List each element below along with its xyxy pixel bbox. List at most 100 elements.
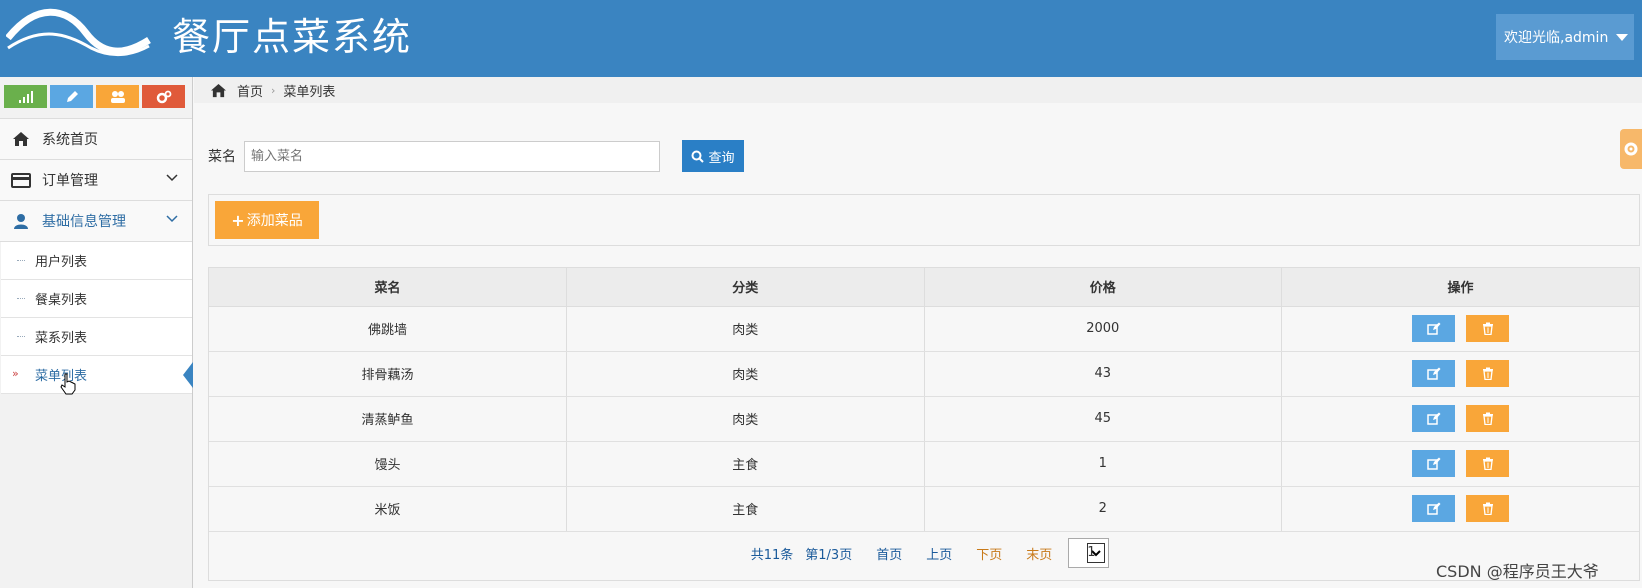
row-actions	[1282, 450, 1639, 477]
row-actions	[1282, 360, 1639, 387]
shortcut-bar	[0, 77, 192, 119]
toolbar: + 添加菜品	[208, 194, 1640, 246]
sidebar-item-user-list[interactable]: 用户列表	[1, 242, 192, 280]
cell-price: 2	[924, 486, 1282, 532]
tree-connector	[17, 298, 25, 299]
pager-page-info: 第1/3页	[805, 547, 853, 563]
shortcut-stats-button[interactable]	[4, 85, 47, 108]
user-greeting: 欢迎光临,admin	[1504, 30, 1609, 46]
edit-icon	[1426, 367, 1440, 380]
user-menu-button[interactable]: 欢迎光临,admin	[1496, 14, 1634, 60]
trash-icon	[1482, 322, 1493, 335]
edit-button[interactable]	[1412, 360, 1455, 387]
home-icon[interactable]	[210, 83, 227, 98]
dish-table: 菜名 分类 价格 操作 佛跳墙 肉类 2000 排骨藕汤 肉类 43 清蒸鲈鱼 肉类 45 馒头主…	[208, 267, 1640, 581]
watermark: CSDN @程序员王大爷	[1436, 562, 1599, 581]
chevron-down-icon	[166, 215, 178, 223]
column-header-price: 价格	[924, 268, 1282, 307]
search-label: 菜名	[208, 149, 236, 165]
edit-icon	[1426, 457, 1440, 470]
sidebar-item-label: 系统首页	[42, 132, 98, 148]
caret-down-icon	[1616, 33, 1629, 41]
cell-actions	[1281, 306, 1639, 352]
sidebar-item-home[interactable]: 系统首页	[0, 119, 192, 160]
delete-button[interactable]	[1466, 405, 1509, 432]
plus-icon: +	[231, 210, 245, 230]
table-row: 米饭 主食 2	[209, 486, 1639, 532]
add-dish-button[interactable]: + 添加菜品	[215, 201, 319, 239]
cell-price: 1	[924, 441, 1282, 487]
breadcrumb-home-link[interactable]: 首页	[237, 81, 263, 100]
sidebar-item-label: 基础信息管理	[42, 214, 126, 230]
table-row: 佛跳墙 肉类 2000	[209, 306, 1639, 352]
sidebar-item-cuisine-list[interactable]: 菜系列表	[1, 318, 192, 356]
column-header-name: 菜名	[209, 268, 567, 307]
sidebar-item-label: 用户列表	[35, 255, 88, 270]
column-header-category: 分类	[566, 268, 925, 307]
pager-first-link[interactable]: 首页	[876, 544, 902, 563]
pencil-icon	[66, 90, 78, 102]
cell-name: 排骨藕汤	[209, 351, 567, 397]
user-icon	[10, 212, 32, 230]
delete-button[interactable]	[1466, 495, 1509, 522]
shortcut-edit-button[interactable]	[50, 85, 93, 108]
edit-button[interactable]	[1412, 405, 1455, 432]
header: 餐厅点菜系统 欢迎光临,admin	[0, 0, 1642, 77]
sidebar: 系统首页 订单管理 基础信息管理 用户列表 餐桌列表 菜系列表 » 菜单列表	[0, 77, 193, 588]
pager-prev-link[interactable]: 上页	[926, 544, 952, 563]
sidebar-item-menu-list[interactable]: » 菜单列表	[1, 356, 193, 394]
cell-actions	[1281, 351, 1639, 397]
row-actions	[1282, 495, 1639, 522]
users-icon	[110, 90, 125, 103]
delete-button[interactable]	[1466, 315, 1509, 342]
cogs-icon	[156, 90, 171, 103]
cell-category: 主食	[566, 441, 925, 487]
cell-name: 馒头	[209, 441, 567, 487]
edit-button[interactable]	[1412, 315, 1455, 342]
shortcut-users-button[interactable]	[96, 85, 139, 108]
cell-category: 肉类	[566, 351, 925, 397]
table-row: 清蒸鲈鱼 肉类 45	[209, 396, 1639, 442]
sidebar-item-table-list[interactable]: 餐桌列表	[1, 280, 192, 318]
double-chevron-right-icon: »	[12, 367, 19, 380]
cell-price: 45	[924, 396, 1282, 442]
sidebar-item-basic-info[interactable]: 基础信息管理	[0, 201, 192, 242]
row-actions	[1282, 405, 1639, 432]
search-button[interactable]: 查询	[682, 140, 744, 172]
row-actions	[1282, 315, 1639, 342]
edit-button[interactable]	[1412, 450, 1455, 477]
sidebar-item-label: 菜系列表	[35, 331, 88, 346]
cell-price: 2000	[924, 306, 1282, 352]
cell-category: 主食	[566, 486, 925, 532]
column-header-actions: 操作	[1281, 268, 1639, 307]
cell-name: 米饭	[209, 486, 567, 532]
logo-wave-icon	[6, 8, 151, 56]
chevron-right-icon: ›	[271, 83, 276, 97]
tree-connector	[17, 336, 25, 337]
pager-last-link[interactable]: 末页	[1026, 544, 1052, 563]
shortcut-settings-button[interactable]	[142, 85, 185, 108]
search-input[interactable]	[244, 140, 660, 172]
settings-panel-toggle[interactable]	[1620, 129, 1642, 169]
cell-category: 肉类	[566, 396, 925, 442]
cell-actions	[1281, 396, 1639, 442]
pager-next-link[interactable]: 下页	[976, 544, 1002, 563]
search-row: 菜名 查询	[208, 140, 744, 172]
page-select[interactable]: 1	[1068, 538, 1110, 568]
card-icon	[10, 171, 32, 189]
add-dish-label: 添加菜品	[246, 213, 303, 229]
delete-button[interactable]	[1466, 450, 1509, 477]
cell-actions	[1281, 441, 1639, 487]
trash-icon	[1482, 457, 1493, 470]
trash-icon	[1482, 502, 1493, 515]
delete-button[interactable]	[1466, 360, 1509, 387]
signal-icon	[18, 90, 33, 103]
sidebar-item-label: 餐桌列表	[35, 293, 88, 308]
chevron-down-icon	[166, 174, 178, 182]
sidebar-item-orders[interactable]: 订单管理	[0, 160, 192, 201]
table-header-row: 菜名 分类 价格 操作	[209, 268, 1639, 307]
table-row: 排骨藕汤 肉类 43	[209, 351, 1639, 397]
edit-button[interactable]	[1412, 495, 1455, 522]
cell-name: 清蒸鲈鱼	[209, 396, 567, 442]
cell-category: 肉类	[566, 306, 925, 352]
